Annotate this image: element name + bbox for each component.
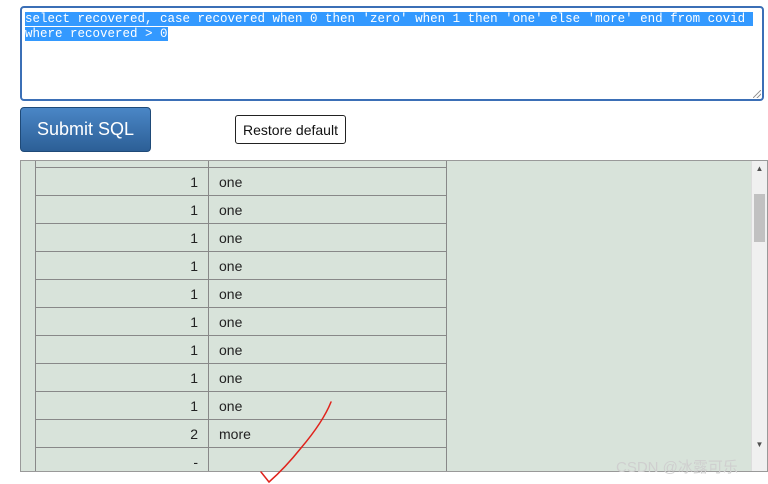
recovered-cell: 1 — [35, 335, 209, 364]
table-row: 1 one — [35, 195, 447, 224]
table-row: 1 one — [35, 391, 447, 420]
label-cell: one — [208, 335, 447, 364]
table-row: 1 one — [35, 335, 447, 364]
recovered-cell: 1 — [35, 195, 209, 224]
table-row: 1 one — [35, 363, 447, 392]
recovered-cell: 1 — [35, 251, 209, 280]
restore-default-button[interactable]: Restore default — [235, 115, 346, 144]
scroll-up-icon[interactable]: ▲ — [752, 161, 767, 177]
recovered-cell: 1 — [35, 391, 209, 420]
sql-textarea[interactable]: select recovered, case recovered when 0 … — [20, 6, 764, 101]
scroll-thumb[interactable] — [754, 194, 765, 242]
table-row — [35, 161, 447, 168]
table-row: - — [35, 447, 447, 471]
label-cell: one — [208, 223, 447, 252]
results-panel: 1 one 1 one 1 one 1 one 1 one 1 one 1 one 1 one … — [20, 160, 768, 472]
watermark: CSDN @冰露可乐 — [616, 459, 738, 476]
table-row: 1 one — [35, 279, 447, 308]
submit-sql-button[interactable]: Submit SQL — [20, 107, 151, 152]
table-row: 1 one — [35, 251, 447, 280]
recovered-cell: 1 — [35, 223, 209, 252]
label-cell: one — [208, 307, 447, 336]
sql-text[interactable]: select recovered, case recovered when 0 … — [25, 12, 763, 42]
scroll-down-icon[interactable]: ▼ — [752, 437, 767, 453]
recovered-cell: - — [35, 447, 209, 471]
recovered-cell: 1 — [35, 279, 209, 308]
table-row: 1 one — [35, 307, 447, 336]
recovered-cell: 2 — [35, 419, 209, 448]
table-row: 1 one — [35, 167, 447, 196]
table-row: 1 one — [35, 223, 447, 252]
label-cell: one — [208, 195, 447, 224]
checkmark-annotation-icon — [260, 401, 332, 484]
recovered-cell: 1 — [35, 363, 209, 392]
label-cell: one — [208, 251, 447, 280]
recovered-cell: 1 — [35, 167, 209, 196]
results-table: 1 one 1 one 1 one 1 one 1 one 1 one 1 one 1 one … — [35, 161, 447, 471]
vertical-scrollbar[interactable]: ▲ ▼ — [751, 161, 767, 471]
label-cell: one — [208, 363, 447, 392]
table-row: 2 more — [35, 419, 447, 448]
label-cell: one — [208, 279, 447, 308]
recovered-cell: 1 — [35, 307, 209, 336]
resize-grip-icon[interactable] — [753, 90, 761, 98]
label-cell: one — [208, 167, 447, 196]
